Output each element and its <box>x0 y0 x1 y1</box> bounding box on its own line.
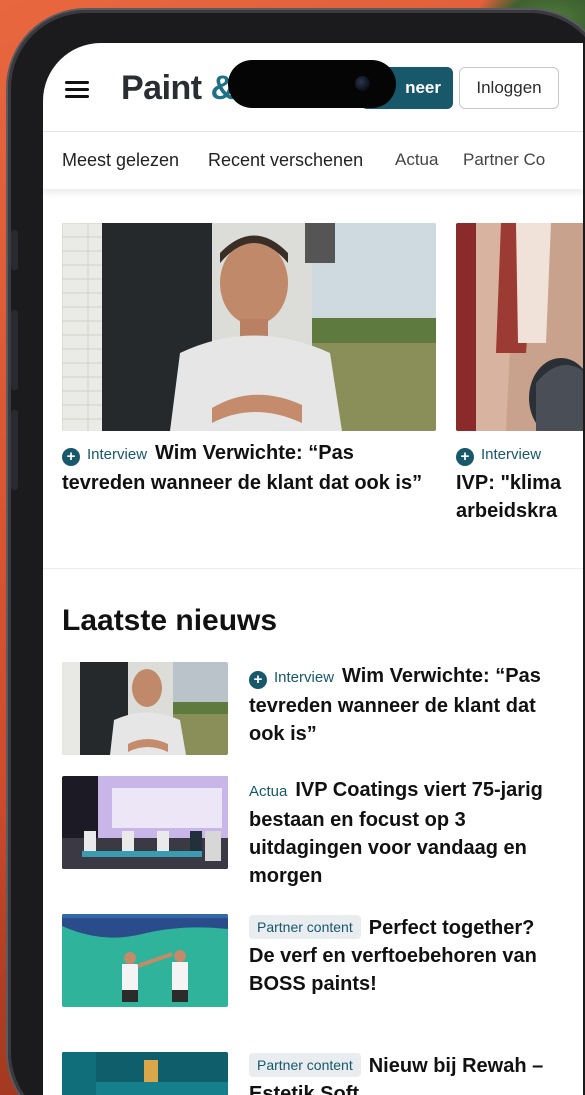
news-title[interactable]: Partner content Perfect together? De verf… <box>249 914 559 998</box>
phone-frame: Paint & neer Inloggen Meest gelezen Rece… <box>8 10 585 1095</box>
dynamic-island <box>228 60 396 108</box>
plus-icon: + <box>62 448 80 466</box>
nav-item-partner-content[interactable]: Partner Co <box>463 150 545 170</box>
section-title-latest-news: Laatste nieuws <box>62 604 278 637</box>
news-thumbnail[interactable] <box>62 776 228 869</box>
category-nav: Meest gelezen Recent verschenen Actua Pa… <box>43 131 583 189</box>
phone-volume-down-button <box>11 410 18 490</box>
front-camera <box>355 76 370 91</box>
featured-image-ivp[interactable] <box>456 223 583 431</box>
menu-icon[interactable] <box>65 81 89 99</box>
news-thumbnail[interactable] <box>62 1052 228 1095</box>
news-thumbnail[interactable] <box>62 914 228 1007</box>
news-title[interactable]: + Interview Wim Verwichte: “Pas tevreden w… <box>249 662 559 748</box>
news-tag: Interview <box>274 669 335 686</box>
nav-item-actua[interactable]: Actua <box>395 150 438 170</box>
tag-interview: Interview <box>481 446 542 463</box>
news-title[interactable]: Partner content Nieuw bij Rewah – Estetik… <box>249 1052 559 1095</box>
featured-title: IVP: "klima <box>456 472 562 494</box>
news-thumbnail[interactable] <box>62 662 228 755</box>
section-divider <box>43 568 583 569</box>
news-tag: Partner content <box>249 1053 361 1077</box>
featured-image-wim[interactable] <box>62 223 436 431</box>
featured-caption-ivp[interactable]: + Interview IVP: "klima arbeidskra <box>456 439 583 525</box>
login-button[interactable]: Inloggen <box>459 67 559 109</box>
news-title-text: IVP Coatings viert 75-jarig bestaan en f… <box>249 779 543 887</box>
featured-title-line2: arbeidskra <box>456 500 558 522</box>
news-title[interactable]: Actua IVP Coatings viert 75-jarig bestaan… <box>249 776 559 890</box>
logo-text: Paint <box>121 69 202 107</box>
plus-icon: + <box>249 671 267 689</box>
news-tag: Actua <box>249 783 288 800</box>
nav-item-recent-verschenen[interactable]: Recent verschenen <box>208 150 363 171</box>
phone-screen: Paint & neer Inloggen Meest gelezen Rece… <box>43 43 583 1095</box>
plus-icon: + <box>456 448 474 466</box>
phone-action-button <box>11 230 18 270</box>
nav-item-meest-gelezen[interactable]: Meest gelezen <box>62 150 179 171</box>
phone-volume-up-button <box>11 310 18 390</box>
featured-caption-wim[interactable]: + Interview Wim Verwichte: “Pas tevreden w… <box>62 439 436 497</box>
tag-interview: Interview <box>87 446 148 463</box>
site-logo[interactable]: Paint & <box>121 69 235 108</box>
news-tag: Partner content <box>249 915 361 939</box>
